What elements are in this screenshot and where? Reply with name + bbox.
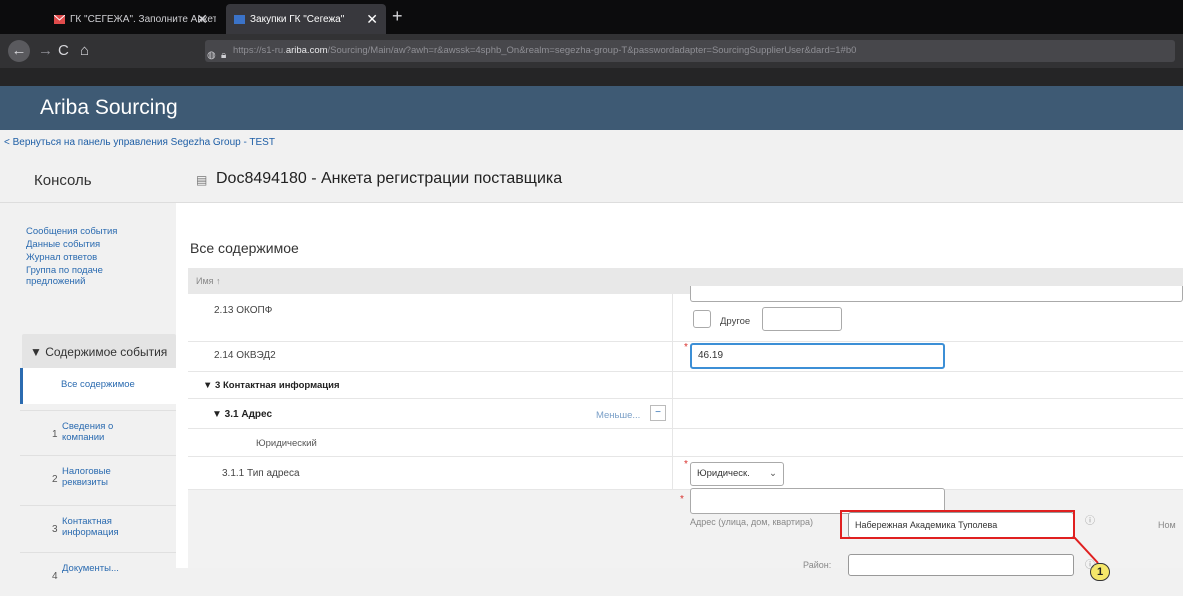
app-title: Ariba Sourcing	[40, 96, 178, 119]
lock-icon: 🔒︎	[221, 50, 227, 61]
document-icon: ▤	[196, 173, 208, 187]
sidebar-item-label: Налоговые реквизиты	[62, 466, 111, 488]
table-row-address	[188, 399, 1183, 429]
sidebar-item-tax-details[interactable]: 2 Налоговые реквизиты	[20, 455, 176, 499]
tab-title: Закупки ГК "Сегежа"	[250, 13, 345, 25]
back-button[interactable]: ←	[8, 40, 30, 62]
sidebar-item-all-content[interactable]: Все содержимое	[20, 368, 176, 404]
legal-label: Юридический	[256, 438, 317, 449]
sidebar-item-number: 2	[52, 474, 58, 485]
sidebar-link-response-history[interactable]: Журнал ответов	[26, 252, 97, 263]
home-button[interactable]: ⌂	[80, 43, 89, 58]
less-link[interactable]: Меньше...	[596, 410, 640, 421]
sidebar-item-documents[interactable]: 4 Документы...	[20, 552, 176, 596]
sidebar-item-label: Контактная информация	[62, 516, 119, 538]
page-title: Doc8494180 - Анкета регистрации поставщи…	[216, 170, 563, 187]
column-divider	[672, 294, 673, 490]
other-label: Другое	[720, 316, 751, 327]
sidebar-item-contact-info[interactable]: 3 Контактная информация	[20, 505, 176, 549]
browser-tab-2[interactable]: Закупки ГК "Сегежа" ✕	[226, 4, 386, 34]
contact-info-section[interactable]: ▼ 3 Контактная информация	[203, 380, 340, 391]
okopf-dropdown-list[interactable]	[690, 286, 1183, 302]
shield-icon: ◍	[207, 50, 216, 61]
browser-tab-bar: ГК "СЕГЕЖА". Заполните Анкет ✕ Закупки Г…	[0, 0, 1183, 34]
district-label: Район:	[803, 560, 832, 570]
required-marker: *	[680, 494, 684, 505]
address-type-select[interactable]: Юридическ. ⌄	[690, 462, 784, 486]
required-marker: *	[684, 342, 688, 353]
sidebar-section-event-contents[interactable]: ▼ Содержимое события	[22, 334, 176, 370]
toolbar-strip	[0, 68, 1183, 86]
sidebar-section-label: ▼ Содержимое события	[30, 345, 168, 359]
address-type-value: Юридическ.	[697, 468, 750, 479]
sidebar-item-label: Документы...	[62, 563, 119, 574]
okved-input[interactable]: 46.19	[690, 343, 945, 369]
browser-tab-1[interactable]: ГК "СЕГЕЖА". Заполните Анкет ✕	[46, 4, 216, 34]
sidebar-link-bid-team[interactable]: Группа по подаче предложений	[26, 265, 146, 287]
okved-label: 2.14 ОКВЭД2	[214, 350, 276, 361]
sidebar-link-event-messages[interactable]: Сообщения события	[26, 226, 117, 237]
column-header-label: Имя ↑	[196, 276, 221, 286]
section-heading: Все содержимое	[190, 240, 299, 256]
url-prefix: https://s1-ru.	[233, 45, 286, 56]
close-tab-icon[interactable]: ✕	[196, 11, 208, 28]
new-tab-button[interactable]: +	[392, 6, 403, 27]
sidebar-item-label: Сведения о компании	[62, 421, 114, 443]
back-to-dashboard-link[interactable]: < Вернуться на панель управления Segezha…	[4, 137, 275, 148]
reload-button[interactable]: C	[58, 43, 69, 58]
required-marker: *	[684, 459, 688, 470]
sidebar-item-company-info[interactable]: 1 Сведения о компании	[20, 410, 176, 454]
highlight-box	[840, 510, 1075, 539]
address-section-label[interactable]: ▼ 3.1 Адрес	[212, 409, 272, 420]
app-header: Ariba Sourcing	[0, 86, 1183, 130]
sidebar-link-event-data[interactable]: Данные события	[26, 239, 100, 250]
browser-nav-bar: ← → C ⌂ ◍ 🔒︎ https://s1-ru.ariba.com/Sou…	[0, 34, 1183, 68]
forward-button[interactable]: →	[38, 43, 53, 58]
sidebar-item-number: 1	[52, 429, 58, 440]
number-label-cut: Ном	[1158, 520, 1176, 530]
chevron-down-icon: ⌄	[769, 468, 777, 479]
mail-icon	[54, 14, 65, 24]
sidebar-item-number: 3	[52, 524, 58, 535]
district-input[interactable]	[848, 554, 1074, 576]
okopf-label: 2.13 ОКОПФ	[214, 305, 273, 316]
sidebar-item-label: Все содержимое	[61, 379, 135, 390]
street-label: Адрес (улица, дом, квартира)	[690, 517, 814, 527]
info-icon[interactable]: ⓘ	[1085, 512, 1095, 527]
console-title: Консоль	[34, 172, 92, 189]
url-rest: /Sourcing/Main/aw?awh=r&awssk=4sphb_On&r…	[327, 45, 857, 56]
other-input[interactable]	[762, 307, 842, 331]
sidebar-item-number: 4	[52, 571, 58, 582]
close-tab-icon[interactable]: ✕	[366, 11, 378, 28]
other-checkbox[interactable]	[693, 310, 711, 328]
collapse-button[interactable]: −	[650, 405, 666, 421]
ariba-favicon-icon	[234, 14, 245, 24]
address-type-label: 3.1.1 Тип адреса	[222, 468, 300, 479]
url-domain: ariba.com	[285, 45, 328, 56]
table-row-legal	[188, 429, 1183, 457]
contact-info-label: ▼ 3 Контактная информация	[203, 380, 340, 391]
address-bar[interactable]: ◍ 🔒︎ https://s1-ru.ariba.com/Sourcing/Ma…	[205, 40, 1175, 62]
info-icon[interactable]: ⓘ	[1085, 556, 1095, 571]
tab-title: ГК "СЕГЕЖА". Заполните Анкет	[70, 13, 216, 25]
